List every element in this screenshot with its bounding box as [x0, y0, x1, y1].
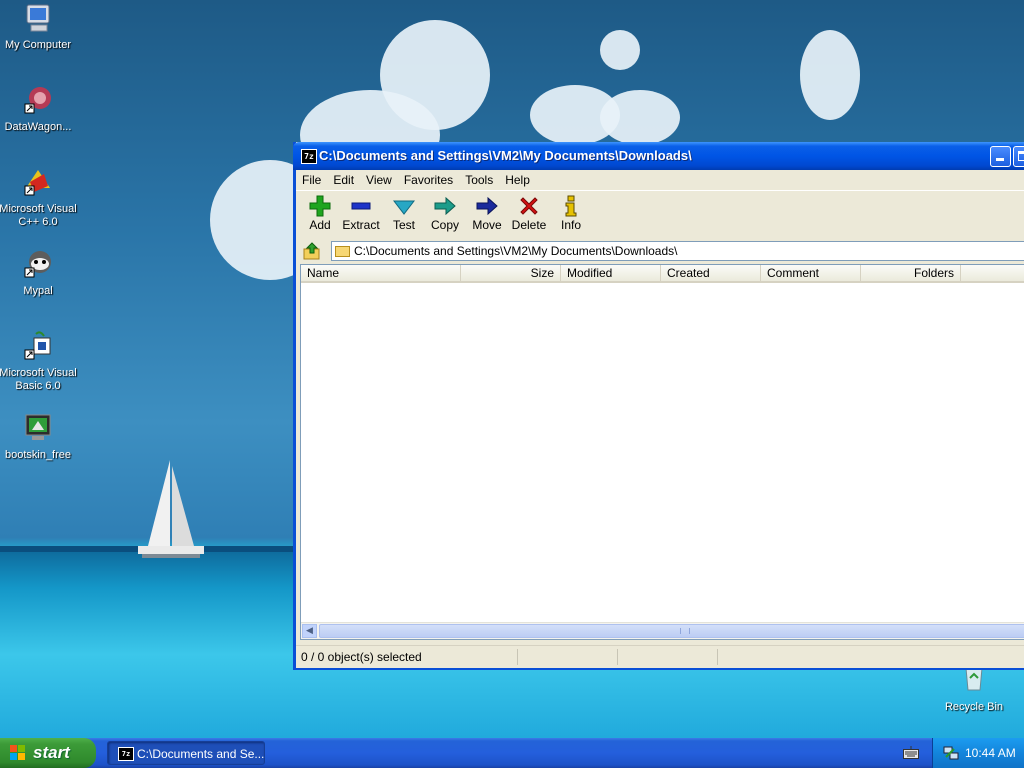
status-selection: 0 / 0 object(s) selected	[298, 649, 518, 665]
extract-label: Extract	[342, 218, 380, 232]
desktop-icon-recycle-bin[interactable]: Recycle Bin	[934, 664, 1014, 714]
scroll-thumb[interactable]	[319, 624, 1024, 638]
toolbar: Add Extract Test Copy Move Delete Info	[296, 190, 1024, 240]
menu-edit[interactable]: Edit	[327, 170, 360, 188]
arrow-right-icon	[476, 196, 498, 216]
network-icon[interactable]	[943, 745, 959, 761]
column-created[interactable]: Created	[661, 265, 761, 281]
menu-file[interactable]: File	[296, 170, 327, 188]
desktop-icon-visual-cpp[interactable]: Microsoft Visual C++ 6.0	[0, 166, 78, 229]
windows-flag-icon	[10, 745, 26, 761]
column-comment[interactable]: Comment	[761, 265, 861, 281]
desktop-icon-visual-basic[interactable]: Microsoft Visual Basic 6.0	[0, 330, 78, 393]
info-icon	[565, 195, 577, 217]
start-label: start	[33, 743, 70, 762]
clock[interactable]: 10:44 AM	[965, 746, 1016, 760]
info-label: Info	[560, 218, 581, 232]
scroll-left-button[interactable]: ◀	[302, 624, 317, 638]
column-name[interactable]: Name	[301, 265, 461, 281]
desktop-icon-mypal[interactable]: Mypal	[0, 248, 78, 298]
maximize-icon	[1018, 151, 1024, 161]
add-button[interactable]: Add	[300, 194, 340, 232]
file-manager-window[interactable]: 7z C:\Documents and Settings\VM2\My Docu…	[293, 142, 1024, 670]
copy-button[interactable]: Copy	[425, 194, 465, 232]
add-label: Add	[309, 218, 331, 232]
desktop-icon-label: Microsoft Visual Basic 6.0	[0, 367, 77, 392]
desktop-icon-label: bootskin_free	[4, 449, 72, 461]
taskbar: start 7z C:\Documents and Se... 10:44 AM	[0, 738, 1024, 768]
desktop-icon-my-computer[interactable]: My Computer	[0, 2, 78, 52]
datawagon-icon	[24, 87, 51, 114]
address-value: C:\Documents and Settings\VM2\My Documen…	[354, 244, 678, 258]
extract-button[interactable]: Extract	[341, 194, 381, 232]
wallpaper-cloud	[600, 30, 640, 70]
status-cell	[718, 649, 1024, 665]
window-title: C:\Documents and Settings\VM2\My Documen…	[319, 148, 692, 163]
delete-label: Delete	[511, 218, 547, 232]
move-label: Move	[472, 218, 502, 232]
x-icon	[520, 197, 538, 215]
minus-icon	[351, 202, 371, 210]
copy-label: Copy	[430, 218, 459, 232]
taskbar-window-label: C:\Documents and Se...	[137, 747, 265, 761]
desktop-icon-label: My Computer	[4, 39, 72, 51]
move-button[interactable]: Move	[467, 194, 507, 232]
start-button[interactable]: start	[0, 738, 96, 768]
arrow-right-icon	[434, 196, 456, 216]
sailboat-graphic	[138, 460, 204, 558]
minimize-button[interactable]	[990, 146, 1011, 167]
delete-button[interactable]: Delete	[509, 194, 549, 232]
maximize-button[interactable]	[1013, 146, 1024, 167]
file-list[interactable]: Name Size Modified Created Comment Folde…	[300, 264, 1024, 640]
test-button[interactable]: Test	[384, 194, 424, 232]
desktop-icon-bootskin[interactable]: bootskin_free	[0, 412, 78, 462]
desktop-icon-label: Microsoft Visual C++ 6.0	[0, 203, 77, 228]
plus-icon	[309, 195, 331, 217]
keyboard-icon[interactable]	[903, 746, 919, 760]
visual-cpp-icon	[24, 170, 50, 196]
check-icon	[392, 200, 416, 215]
computer-icon	[26, 4, 50, 32]
wallpaper-cloud	[600, 90, 680, 145]
bootskin-icon	[25, 414, 51, 440]
desktop-icon-label: DataWagon...	[4, 121, 72, 133]
scroll-grip	[680, 628, 690, 634]
minimize-icon	[996, 158, 1004, 161]
visual-basic-icon	[24, 331, 51, 360]
status-cell	[518, 649, 618, 665]
address-bar: C:\Documents and Settings\VM2\My Documen…	[296, 239, 1024, 263]
wallpaper-cloud	[800, 30, 860, 120]
taskbar-window-button[interactable]: 7z C:\Documents and Se...	[107, 741, 265, 765]
column-folders[interactable]: Folders	[861, 265, 961, 281]
menu-view[interactable]: View	[360, 170, 398, 188]
info-button[interactable]: Info	[551, 194, 591, 232]
column-header-row: Name Size Modified Created Comment Folde…	[301, 265, 1024, 283]
column-size[interactable]: Size	[461, 265, 561, 281]
menu-favorites[interactable]: Favorites	[398, 170, 459, 188]
system-tray: 10:44 AM	[932, 738, 1024, 768]
address-input[interactable]: C:\Documents and Settings\VM2\My Documen…	[331, 241, 1024, 261]
desktop-icon-label: Mypal	[23, 285, 53, 297]
menu-help[interactable]: Help	[499, 170, 536, 188]
column-modified[interactable]: Modified	[561, 265, 661, 281]
menu-tools[interactable]: Tools	[459, 170, 499, 188]
mypal-raccoon-icon	[24, 251, 51, 278]
desktop-icon-label: Recycle Bin	[944, 701, 1004, 713]
folder-up-icon[interactable]	[302, 241, 322, 261]
folder-icon	[335, 246, 350, 257]
status-bar: 0 / 0 object(s) selected	[296, 645, 1024, 668]
7zip-taskbar-icon: 7z	[118, 747, 134, 761]
status-cell	[618, 649, 718, 665]
menu-bar: File Edit View Favorites Tools Help	[296, 170, 1024, 190]
7zip-app-icon[interactable]: 7z	[301, 149, 317, 164]
test-label: Test	[392, 218, 415, 232]
horizontal-scrollbar[interactable]: ◀	[301, 622, 1024, 639]
window-titlebar[interactable]: 7z C:\Documents and Settings\VM2\My Docu…	[293, 142, 1024, 170]
desktop-icon-datawagon[interactable]: DataWagon...	[0, 84, 78, 134]
